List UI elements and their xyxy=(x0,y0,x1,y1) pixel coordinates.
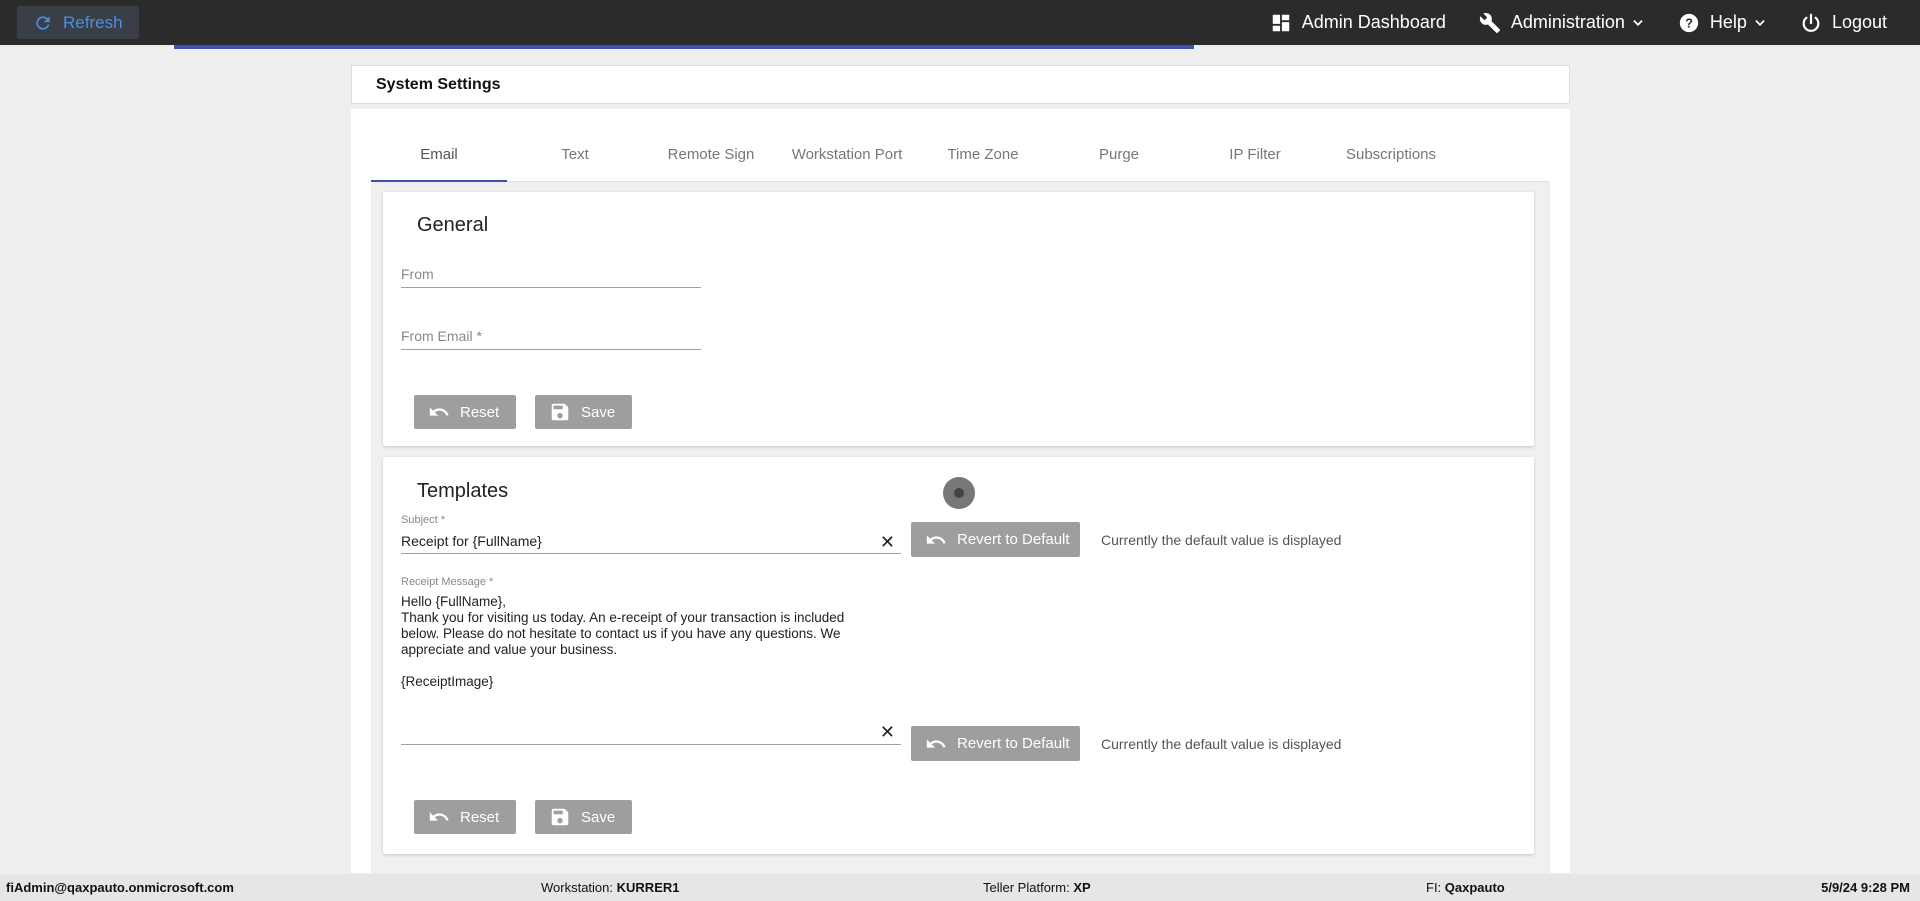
receipt-message-field[interactable]: ✕ xyxy=(401,717,901,745)
tab-email[interactable]: Email xyxy=(371,130,507,182)
page-title: System Settings xyxy=(376,75,501,93)
tab-purge[interactable]: Purge xyxy=(1051,130,1187,181)
subject-default-info: Currently the default value is displayed xyxy=(1101,532,1342,548)
general-save-button[interactable]: Save xyxy=(535,395,632,429)
email-tab-content: General From From Email * Reset Save Tem… xyxy=(371,182,1550,873)
help-icon: ? xyxy=(1679,13,1699,32)
tab-time-zone[interactable]: Time Zone xyxy=(915,130,1051,181)
chevron-down-icon xyxy=(1633,19,1643,26)
from-field[interactable]: From xyxy=(401,262,701,288)
fi-label: FI: xyxy=(1426,880,1442,895)
from-email-field[interactable]: From Email * xyxy=(401,324,701,350)
tab-ip-filter[interactable]: IP Filter xyxy=(1187,130,1323,181)
chevron-down-icon xyxy=(1755,19,1765,26)
general-reset-button[interactable]: Reset xyxy=(414,395,516,429)
undo-icon xyxy=(926,738,946,748)
general-title: General xyxy=(417,214,489,236)
templates-card: Templates Subject * Receipt for {FullNam… xyxy=(383,457,1534,854)
refresh-button[interactable]: Refresh xyxy=(17,6,139,39)
message-revert-label: Revert to Default xyxy=(957,735,1070,752)
templates-save-button[interactable]: Save xyxy=(535,800,632,834)
subject-revert-button[interactable]: Revert to Default xyxy=(911,522,1080,557)
tab-subscriptions[interactable]: Subscriptions xyxy=(1323,130,1459,181)
save-icon xyxy=(551,808,569,826)
message-revert-button[interactable]: Revert to Default xyxy=(911,726,1080,761)
tab-text[interactable]: Text xyxy=(507,130,643,181)
refresh-label: Refresh xyxy=(63,12,123,32)
platform-value: XP xyxy=(1073,880,1091,895)
top-navbar: Refresh Admin Dashboard Administration ?… xyxy=(0,0,1920,45)
from-placeholder: From xyxy=(401,266,434,282)
undo-icon xyxy=(926,534,946,544)
administration-label: Administration xyxy=(1510,12,1625,32)
receipt-message-clear-icon[interactable]: ✕ xyxy=(880,723,895,741)
help-menu[interactable]: ? Help xyxy=(1678,12,1767,34)
undo-icon xyxy=(429,407,449,416)
undo-icon xyxy=(429,812,449,821)
page-title-card: System Settings xyxy=(351,65,1570,104)
logout-label: Logout xyxy=(1831,12,1887,32)
templates-reset-button[interactable]: Reset xyxy=(414,800,516,834)
status-fi: FI: Qaxpauto xyxy=(1426,880,1505,895)
workstation-value: KURRER1 xyxy=(616,880,680,895)
general-save-label: Save xyxy=(581,403,616,421)
admin-dashboard-label: Admin Dashboard xyxy=(1301,12,1446,32)
from-email-placeholder: From Email * xyxy=(401,328,482,344)
templates-save-label: Save xyxy=(581,808,616,826)
tab-workstation-port[interactable]: Workstation Port xyxy=(779,130,915,181)
status-workstation: Workstation: KURRER1 xyxy=(541,880,679,895)
general-reset-label: Reset xyxy=(460,403,500,421)
tab-remote-sign[interactable]: Remote Sign xyxy=(643,130,779,181)
message-default-info: Currently the default value is displayed xyxy=(1101,736,1342,752)
status-datetime: 5/9/24 9:28 PM xyxy=(1821,880,1910,895)
platform-label: Teller Platform: xyxy=(983,880,1070,895)
svg-text:?: ? xyxy=(1685,15,1693,30)
administration-menu[interactable]: Administration xyxy=(1479,12,1645,34)
templates-title: Templates xyxy=(417,480,509,502)
receipt-message-value[interactable]: Hello {FullName}, Thank you for visiting… xyxy=(401,594,871,690)
status-bar: fiAdmin@qaxpauto.onmicrosoft.com Worksta… xyxy=(0,874,1920,901)
subject-value: Receipt for {FullName} xyxy=(401,533,542,549)
subject-label: Subject * xyxy=(401,514,446,526)
dashboard-icon xyxy=(1272,14,1290,31)
mouse-cursor-indicator xyxy=(943,477,975,509)
help-label: Help xyxy=(1709,12,1747,32)
subject-revert-label: Revert to Default xyxy=(957,531,1070,548)
subject-clear-icon[interactable]: ✕ xyxy=(880,533,895,551)
save-icon xyxy=(551,403,569,421)
workstation-label: Workstation: xyxy=(541,880,614,895)
settings-tabs: Email Text Remote Sign Workstation Port … xyxy=(371,130,1550,182)
status-user: fiAdmin@qaxpauto.onmicrosoft.com xyxy=(6,880,234,895)
admin-dashboard-link[interactable]: Admin Dashboard xyxy=(1270,12,1446,34)
general-card: General From From Email * Reset Save xyxy=(383,192,1534,446)
receipt-message-label: Receipt Message * xyxy=(401,576,494,588)
subject-field[interactable]: Subject * Receipt for {FullName} ✕ xyxy=(401,514,901,554)
refresh-icon xyxy=(36,15,50,30)
logout-link[interactable]: Logout xyxy=(1800,12,1887,34)
loading-progress-bar xyxy=(174,45,1194,49)
status-teller-platform: Teller Platform: XP xyxy=(983,880,1091,895)
fi-value: Qaxpauto xyxy=(1444,880,1505,895)
wrench-icon xyxy=(1479,12,1500,33)
power-icon xyxy=(1802,13,1820,32)
templates-reset-label: Reset xyxy=(460,808,500,826)
settings-panel: Email Text Remote Sign Workstation Port … xyxy=(351,109,1570,873)
